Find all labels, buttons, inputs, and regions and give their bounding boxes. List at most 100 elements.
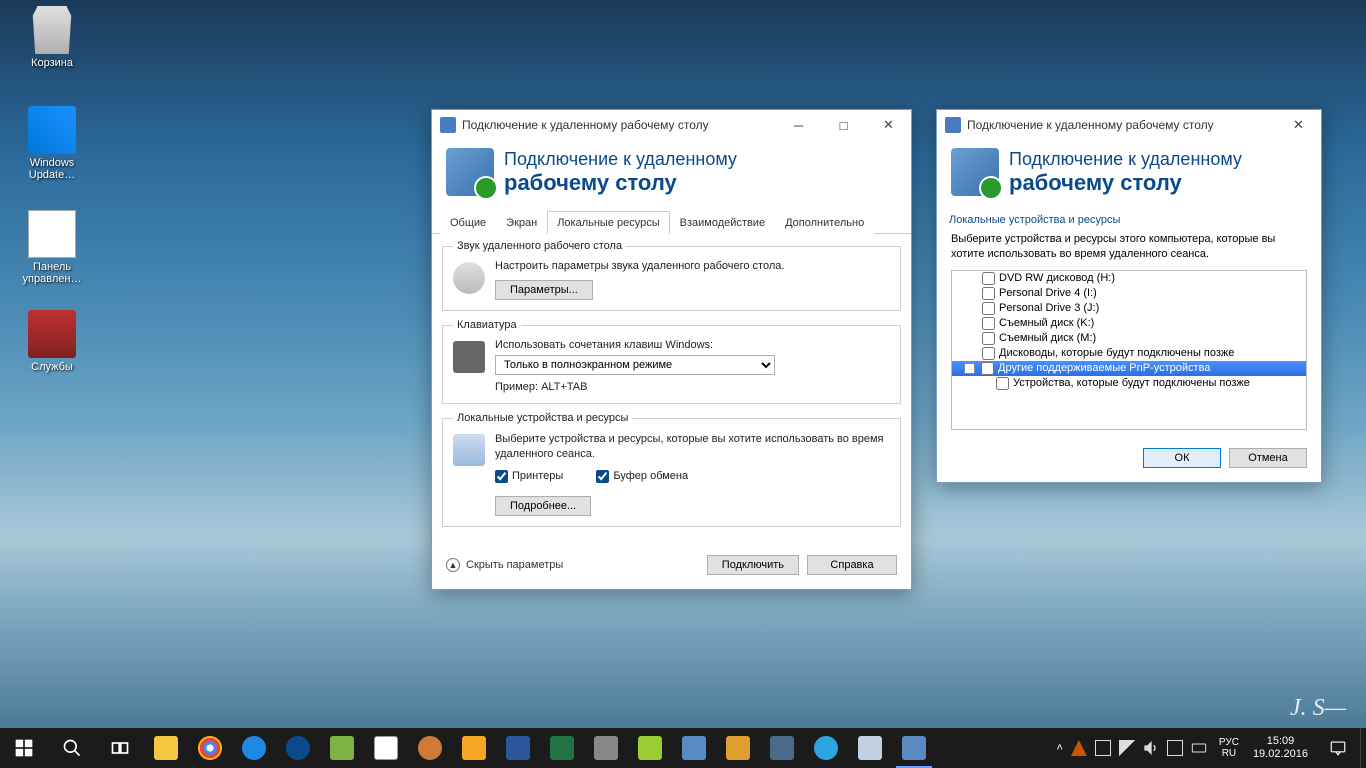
tree-pd3[interactable]: Personal Drive 3 (J:) [952, 301, 1306, 316]
more-devices-button[interactable]: Подробнее... [495, 496, 591, 516]
app-generic-3[interactable] [672, 728, 716, 768]
audio-settings-button[interactable]: Параметры... [495, 280, 593, 300]
tray-network-icon[interactable] [1119, 740, 1135, 756]
tray-monitor-icon[interactable] [1167, 740, 1183, 756]
ok-button[interactable]: ОК [1143, 448, 1221, 468]
app-outlook[interactable] [452, 728, 496, 768]
rdc-devices-dialog[interactable]: Подключение к удаленному рабочему столу … [936, 109, 1322, 483]
taskbar-apps [144, 728, 1050, 768]
services-shortcut[interactable]: Службы [14, 310, 90, 373]
search-icon [62, 738, 82, 758]
expand-minus-icon[interactable]: − [964, 363, 975, 374]
search-button[interactable] [48, 728, 96, 768]
tree-devices-later[interactable]: Устройства, которые будут подключены поз… [952, 376, 1306, 391]
control-panel-shortcut[interactable]: Панель управлен… [14, 210, 90, 285]
connect-button[interactable]: Подключить [707, 555, 799, 575]
app-notepadpp[interactable] [628, 728, 672, 768]
audio-group: Звук удаленного рабочего стола Настроить… [442, 240, 901, 311]
minimize-button[interactable]: ─ [776, 110, 821, 140]
local-resources-legend: Локальные устройства и ресурсы [453, 412, 632, 424]
language-indicator[interactable]: РУС RU [1213, 737, 1245, 760]
services-label: Службы [14, 361, 90, 373]
audio-description: Настроить параметры звука удаленного раб… [495, 260, 890, 272]
devices-intro-text: Выберите устройства и ресурсы этого комп… [937, 228, 1321, 270]
tree-remk[interactable]: Съемный диск (K:) [952, 316, 1306, 331]
clipboard-checkbox[interactable]: Буфер обмена [596, 470, 688, 483]
rdc-logo-icon [446, 148, 494, 196]
start-button[interactable] [0, 728, 48, 768]
tray-chevron-icon[interactable]: ˄ [1056, 742, 1062, 754]
app-ie[interactable] [232, 728, 276, 768]
app-generic-4[interactable] [716, 728, 760, 768]
tray-volume-icon[interactable] [1143, 740, 1159, 756]
app-generic-5[interactable] [760, 728, 804, 768]
rdc-footer: ▲ Скрыть параметры Подключить Справка [432, 545, 911, 589]
app-edge[interactable] [276, 728, 320, 768]
action-center-button[interactable] [1316, 728, 1360, 768]
rdc-devices-title: Подключение к удаленному рабочему столу [967, 118, 1276, 132]
tab-display[interactable]: Экран [496, 211, 547, 234]
recycle-bin[interactable]: Корзина [14, 6, 90, 69]
printers-label: Принтеры [512, 470, 563, 482]
keyboard-description: Использовать сочетания клавиш Windows: [495, 339, 890, 351]
rdc-main-titlebar[interactable]: Подключение к удаленному рабочему столу … [432, 110, 911, 140]
hide-options-link[interactable]: ▲ Скрыть параметры [446, 558, 699, 572]
app-generic-6[interactable] [848, 728, 892, 768]
keyboard-example: Пример: ALT+TAB [495, 381, 890, 393]
system-tray[interactable]: ˄ [1050, 740, 1212, 756]
tab-advanced[interactable]: Дополнительно [775, 211, 874, 234]
notification-icon [1329, 739, 1347, 757]
printers-checkbox-input[interactable] [495, 470, 508, 483]
app-word[interactable] [496, 728, 540, 768]
rdc-main-window[interactable]: Подключение к удаленному рабочему столу … [431, 109, 912, 590]
wallpaper-signature: J. S— [1290, 695, 1346, 722]
keyboard-combo-select[interactable]: Только в полноэкранном режиме [495, 355, 775, 375]
printers-checkbox[interactable]: Принтеры [495, 470, 563, 483]
clipboard-checkbox-input[interactable] [596, 470, 609, 483]
app-chrome[interactable] [188, 728, 232, 768]
windows-update-icon [28, 106, 76, 154]
show-desktop-button[interactable] [1360, 728, 1366, 768]
rdc-devices-header: Подключение к удаленному рабочему столу [937, 140, 1321, 210]
tray-keyboard-icon[interactable] [1191, 740, 1207, 756]
devices-tree[interactable]: DVD RW дисковод (H:) Personal Drive 4 (I… [951, 270, 1307, 430]
control-panel-icon [28, 210, 76, 258]
app-excel[interactable] [540, 728, 584, 768]
app-totalcmd[interactable] [364, 728, 408, 768]
devices-dialog-buttons: ОК Отмена [937, 430, 1321, 482]
tree-pnp-devices[interactable]: − Другие поддерживаемые PnP-устройства [952, 361, 1306, 376]
tab-general[interactable]: Общие [440, 211, 496, 234]
windows-update-shortcut[interactable]: Windows Update… [14, 106, 90, 181]
taskview-button[interactable] [96, 728, 144, 768]
cancel-button[interactable]: Отмена [1229, 448, 1307, 468]
tree-remm[interactable]: Съемный диск (M:) [952, 331, 1306, 346]
control-panel-label: Панель управлен… [14, 261, 90, 285]
tree-drives-later[interactable]: Дисководы, которые будут подключены позж… [952, 346, 1306, 361]
app-snip[interactable] [584, 728, 628, 768]
tab-local-resources[interactable]: Локальные ресурсы [547, 211, 669, 234]
app-telegram[interactable] [804, 728, 848, 768]
clock-date: 19.02.2016 [1253, 748, 1308, 761]
keyboard-legend: Клавиатура [453, 319, 521, 331]
rdc-devices-titlebar[interactable]: Подключение к удаленному рабочему столу … [937, 110, 1321, 140]
tree-dvd[interactable]: DVD RW дисковод (H:) [952, 271, 1306, 286]
taskbar[interactable]: ˄ РУС RU 15:09 19.02.2016 [0, 728, 1366, 768]
app-generic-2[interactable] [408, 728, 452, 768]
close-button[interactable]: ✕ [866, 110, 911, 140]
rdc-tabs: Общие Экран Локальные ресурсы Взаимодейс… [432, 210, 911, 234]
tray-battery-icon[interactable] [1095, 740, 1111, 756]
rdc-heading-line2: рабочему столу [504, 170, 737, 196]
windows-update-label: Windows Update… [14, 157, 90, 181]
taskbar-clock[interactable]: 15:09 19.02.2016 [1245, 735, 1316, 761]
tree-pd4[interactable]: Personal Drive 4 (I:) [952, 286, 1306, 301]
keyboard-icon [453, 341, 485, 373]
tab-experience[interactable]: Взаимодействие [670, 211, 775, 234]
app-generic-1[interactable] [320, 728, 364, 768]
maximize-button[interactable]: □ [821, 110, 866, 140]
devices-close-button[interactable]: ✕ [1276, 110, 1321, 140]
help-button[interactable]: Справка [807, 555, 897, 575]
tray-vlc-icon[interactable] [1071, 740, 1087, 756]
app-explorer[interactable] [144, 728, 188, 768]
app-rdc[interactable] [892, 728, 936, 768]
rdc-devices-logo-icon [951, 148, 999, 196]
